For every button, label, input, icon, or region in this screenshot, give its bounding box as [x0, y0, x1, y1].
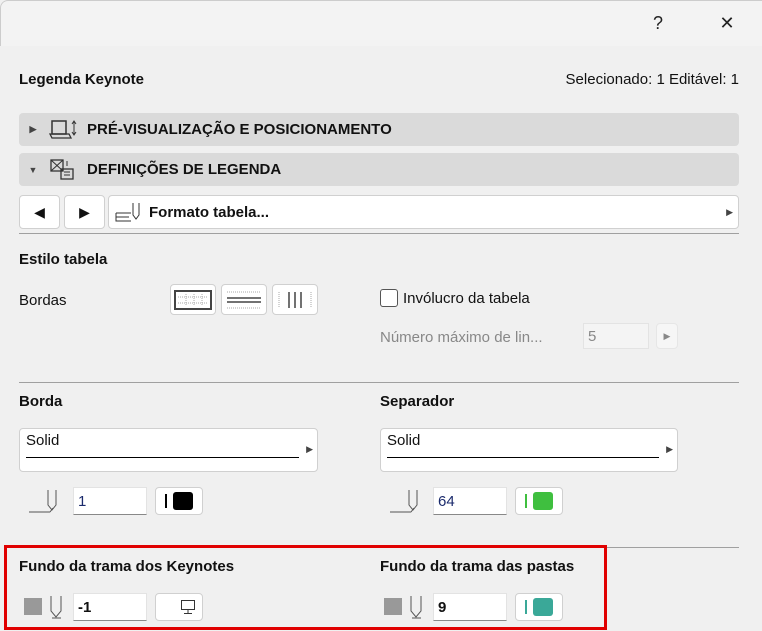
- chevron-down-icon: ▼: [28, 164, 38, 175]
- separator-heading: Separador: [380, 393, 455, 410]
- separator-line-type-dropdown[interactable]: Solid ▶: [380, 428, 678, 472]
- preview-position-icon: [48, 119, 77, 139]
- border-horizontal-button[interactable]: [221, 284, 267, 315]
- section-preview-positioning[interactable]: ▶ PRÉ-VISUALIZAÇÃO E POSICIONAMENTO: [19, 113, 739, 146]
- max-lines-input[interactable]: 5: [583, 323, 649, 349]
- pen-icon: [29, 490, 57, 513]
- legend-settings-icon: [50, 158, 74, 180]
- border-outer-button[interactable]: [170, 284, 216, 315]
- fill-swatch-icon: [24, 598, 42, 615]
- chevron-right-icon: ▶: [666, 444, 673, 454]
- vertical-lines-icon: [278, 291, 312, 308]
- border-vertical-button[interactable]: [272, 284, 318, 315]
- format-table-label: Formato tabela...: [149, 203, 270, 221]
- keynote-background-heading: Fundo da trama dos Keynotes: [19, 558, 235, 575]
- chevron-right-icon: ▶: [29, 124, 37, 134]
- borders-label: Bordas: [19, 292, 67, 309]
- horizontal-lines-icon: [227, 291, 261, 308]
- max-lines-arrow-button[interactable]: ▶: [656, 323, 678, 349]
- close-button[interactable]: ✕: [707, 8, 747, 38]
- chevron-right-icon: ▶: [663, 330, 671, 341]
- line-type-value: Solid: [387, 432, 421, 449]
- divider: [19, 382, 739, 383]
- max-lines-label: Número máximo de lin...: [380, 329, 543, 346]
- monitor-icon: [181, 600, 195, 614]
- folder-background-heading: Fundo da trama das pastas: [380, 558, 575, 575]
- border-color-button[interactable]: [155, 487, 203, 515]
- selection-status: Selecionado: 1 Editável: 1: [565, 71, 739, 88]
- table-wrap-label: Invólucro da tabela: [403, 290, 530, 307]
- color-swatch: [533, 492, 553, 510]
- pen-table-icon: [115, 203, 140, 222]
- divider: [19, 233, 739, 234]
- border-line-type-dropdown[interactable]: Solid ▶: [19, 428, 318, 472]
- pen-icon: [410, 596, 422, 619]
- line-type-value: Solid: [26, 432, 60, 449]
- color-bar: [165, 494, 167, 508]
- border-pen-input[interactable]: 1: [73, 487, 147, 515]
- outer-border-icon: [174, 289, 212, 310]
- table-style-heading: Estilo tabela: [19, 251, 108, 268]
- table-wrap-checkbox[interactable]: [380, 289, 398, 307]
- section-label: PRÉ-VISUALIZAÇÃO E POSICIONAMENTO: [87, 121, 392, 138]
- chevron-right-icon: ▶: [306, 444, 313, 454]
- chevron-right-icon: ▶: [726, 206, 733, 217]
- section-legend-settings[interactable]: ▼ DEFINIÇÕES DE LEGENDA: [19, 153, 739, 186]
- color-swatch: [173, 492, 193, 510]
- color-swatch: [533, 598, 553, 616]
- folder-background-pen-input[interactable]: 9: [433, 593, 507, 621]
- keynote-background-pen-input[interactable]: -1: [73, 593, 147, 621]
- separator-color-button[interactable]: [515, 487, 563, 515]
- dialog-title: Legenda Keynote: [19, 71, 145, 88]
- color-bar: [525, 600, 527, 614]
- separator-pen-input[interactable]: 64: [433, 487, 507, 515]
- pen-icon: [390, 490, 418, 513]
- previous-button[interactable]: ◀: [19, 195, 60, 229]
- fill-swatch-icon: [384, 598, 402, 615]
- folder-background-color-button[interactable]: [515, 593, 563, 621]
- next-button[interactable]: ▶: [64, 195, 105, 229]
- section-label: DEFINIÇÕES DE LEGENDA: [87, 161, 282, 178]
- border-heading: Borda: [19, 393, 63, 410]
- color-bar: [525, 494, 527, 508]
- help-button[interactable]: ?: [638, 8, 678, 38]
- format-table-panel-selector[interactable]: Formato tabela... ▶: [108, 195, 739, 229]
- keynote-background-color-button[interactable]: [155, 593, 203, 621]
- pen-icon: [50, 596, 62, 619]
